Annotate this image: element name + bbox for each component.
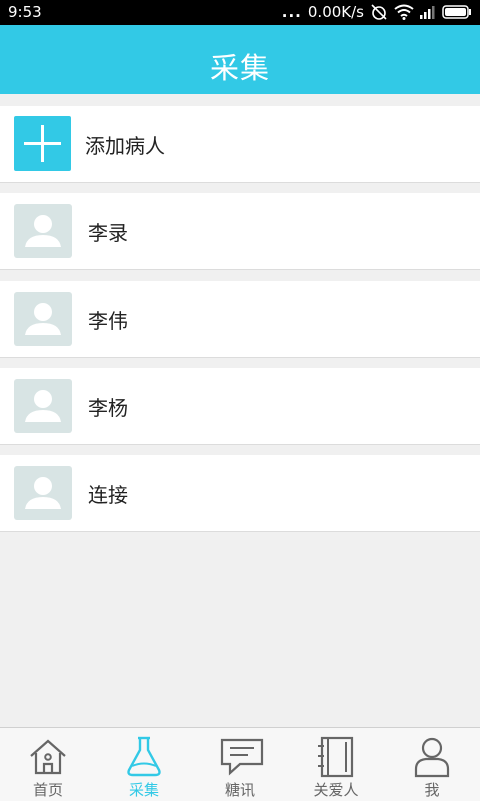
status-bar: 9:53 ... 0.00K/s: [0, 0, 480, 25]
patient-name: 李杨: [88, 396, 128, 420]
patient-name: 李录: [88, 221, 128, 245]
patient-row[interactable]: 李杨: [0, 368, 480, 445]
bottom-tab-bar: 首页 采集 糖讯 关爱人 我: [0, 727, 480, 801]
tab-care-label: 关爱人: [313, 781, 359, 799]
patient-row[interactable]: 连接: [0, 455, 480, 532]
signal-icon: [420, 5, 436, 19]
title-bar: 采集: [0, 25, 480, 94]
tab-news-label: 糖讯: [224, 781, 255, 799]
battery-icon: [442, 5, 472, 19]
patient-name: 李伟: [88, 309, 128, 333]
page-title: 采集: [209, 51, 270, 85]
tab-me[interactable]: 我: [384, 728, 480, 801]
alarm-off-icon: [370, 3, 388, 21]
tab-collect-label: 采集: [128, 781, 159, 799]
tab-care[interactable]: 关爱人: [288, 728, 384, 801]
patient-name: 连接: [88, 483, 128, 507]
plus-icon: [14, 116, 71, 171]
avatar-placeholder-icon: [14, 379, 72, 433]
contacts-book-icon: [318, 736, 354, 778]
status-time: 9:53: [8, 3, 42, 21]
tab-news[interactable]: 糖讯: [192, 728, 288, 801]
add-patient-label: 添加病人: [85, 134, 165, 158]
add-patient-row[interactable]: 添加病人: [0, 106, 480, 183]
tab-home[interactable]: 首页: [0, 728, 96, 801]
avatar-placeholder-icon: [14, 466, 72, 520]
avatar-placeholder-icon: [14, 292, 72, 346]
flask-icon: [127, 736, 161, 777]
patient-row[interactable]: 李伟: [0, 281, 480, 358]
message-icon: [220, 738, 264, 776]
avatar-placeholder-icon: [14, 204, 72, 258]
status-dots: ...: [281, 3, 302, 21]
network-speed: 0.00K/s: [307, 3, 364, 21]
tab-collect[interactable]: 采集: [96, 728, 192, 801]
user-icon: [414, 737, 450, 778]
tab-home-label: 首页: [32, 781, 63, 799]
patient-row[interactable]: 李录: [0, 193, 480, 270]
home-icon: [30, 739, 66, 775]
tab-me-label: 我: [424, 781, 440, 799]
wifi-icon: [394, 4, 414, 20]
